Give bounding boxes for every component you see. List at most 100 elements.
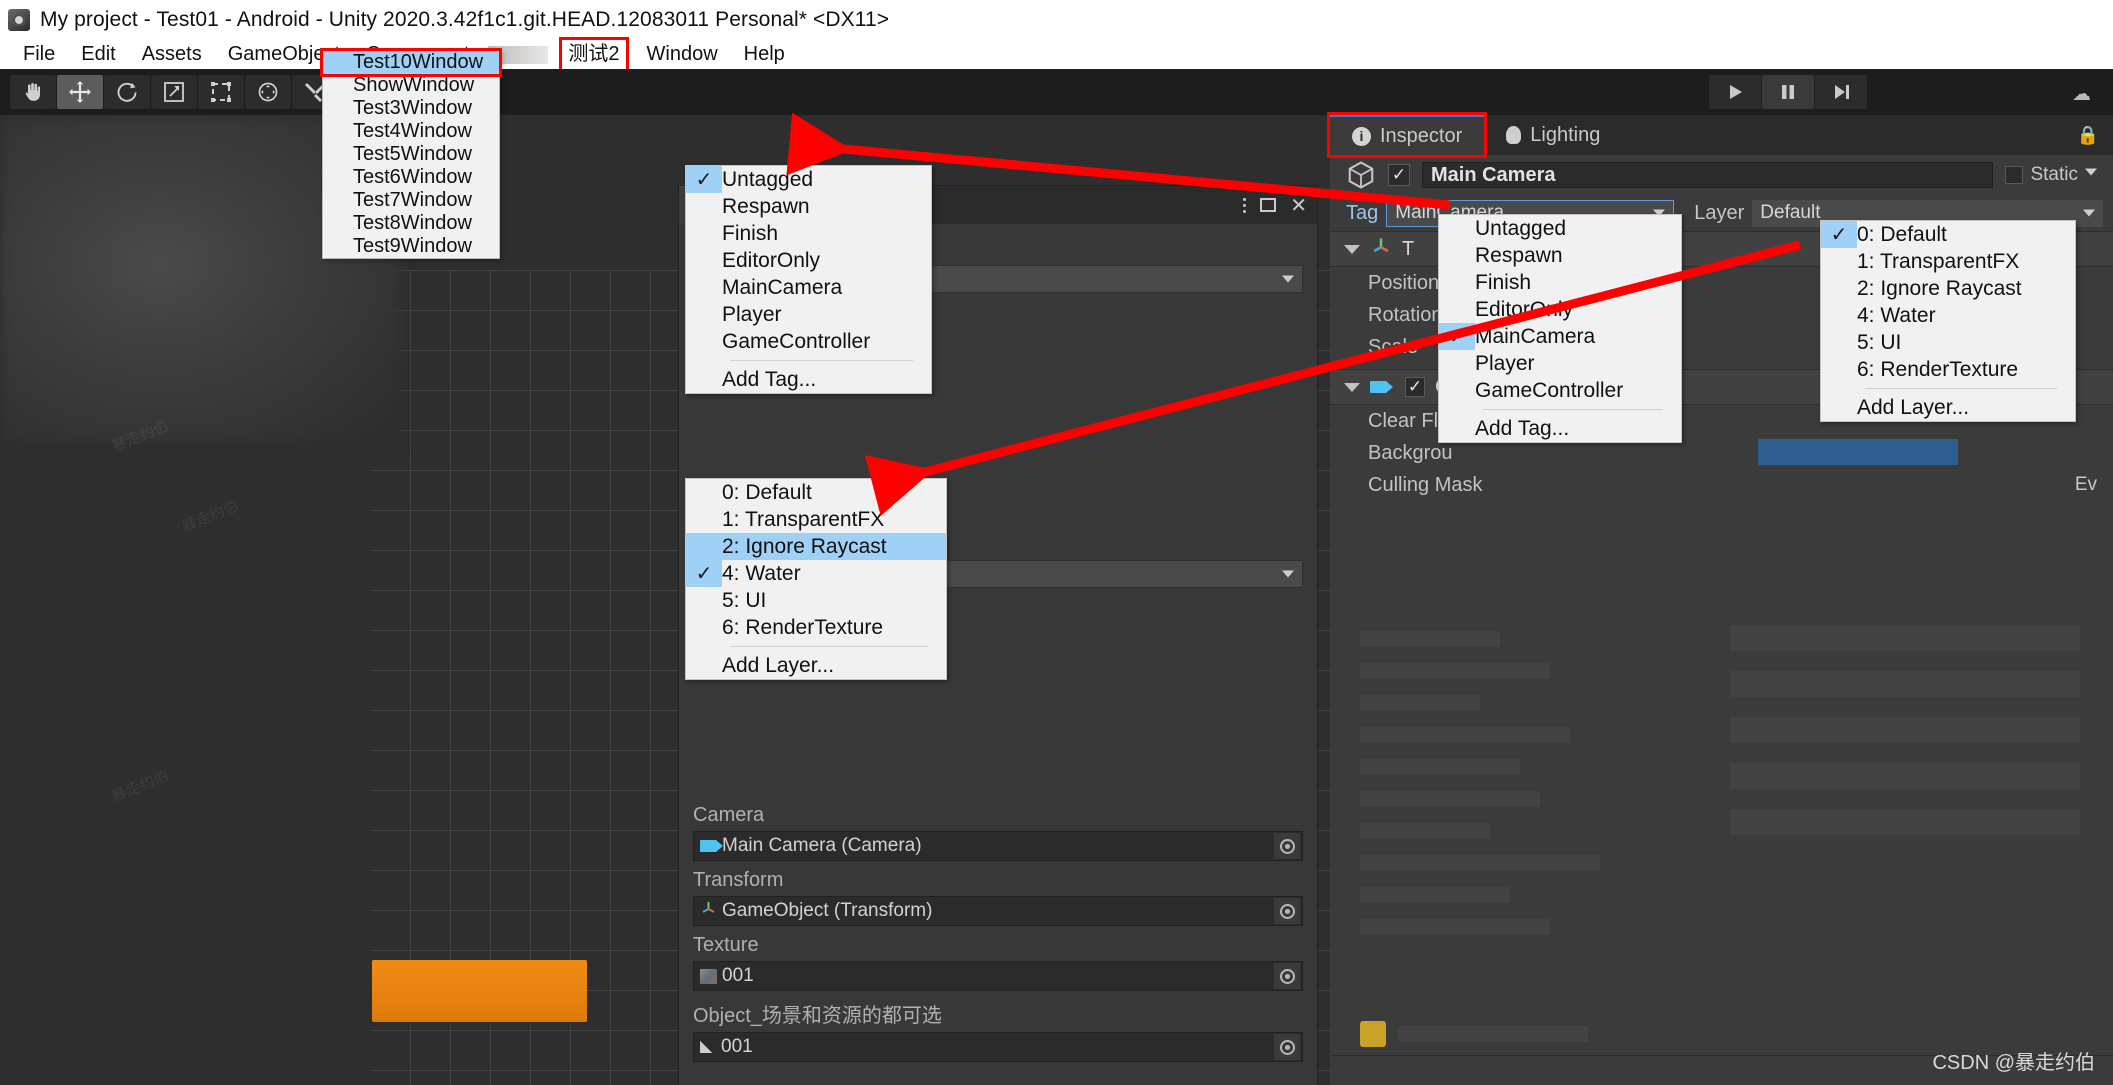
menu-item-test3window[interactable]: Test3Window [323, 97, 499, 120]
menu-test2[interactable]: 测试2 [559, 37, 629, 72]
blurred-row [1360, 887, 1510, 903]
scene-lower-strip [0, 445, 372, 1085]
inspector-tag-options-popup: Untagged Respawn Finish EditorOnly ✓ Mai… [1438, 214, 1682, 443]
tag-option-maincamera[interactable]: MainCamera [686, 274, 931, 301]
transform-axis-icon [1370, 236, 1392, 262]
lock-icon[interactable]: 🔒 [2077, 125, 2099, 146]
step-button[interactable] [1815, 75, 1867, 109]
insp-layer-option-1-transparentfx[interactable]: 1: TransparentFX [1821, 248, 2075, 275]
transform-tool-button[interactable] [245, 75, 291, 109]
blurred-row [1360, 823, 1490, 839]
layer-option-5-ui[interactable]: 5: UI [686, 587, 946, 614]
insp-tag-option-editoronly[interactable]: EditorOnly [1439, 296, 1681, 323]
tab-inspector[interactable]: i Inspector [1326, 112, 1488, 158]
foldout-icon[interactable] [1344, 244, 1360, 254]
tag-option-finish[interactable]: Finish [686, 220, 931, 247]
insp-layer-option-add-layer[interactable]: Add Layer... [1821, 394, 2075, 421]
insp-layer-option-4-water[interactable]: 4: Water [1821, 302, 2075, 329]
inspector-bottom-item [1360, 1021, 1588, 1047]
camera-object-picker[interactable] [1274, 833, 1300, 859]
camera-object-field[interactable]: Main Camera (Camera) [693, 831, 1303, 861]
close-icon[interactable]: ✕ [1290, 193, 1307, 218]
chevron-down-icon[interactable] [2085, 168, 2097, 175]
menu-item-test10window[interactable]: Test10Window [320, 48, 502, 77]
blurred-row [1730, 625, 2080, 651]
insp-tag-option-untagged[interactable]: Untagged [1439, 215, 1681, 242]
tag-option-editoronly[interactable]: EditorOnly [686, 247, 931, 274]
check-icon: ✓ [686, 560, 722, 587]
layer-option-0-default[interactable]: 0: Default [686, 479, 946, 506]
insp-tag-option-finish[interactable]: Finish [1439, 269, 1681, 296]
transform-field-value: GameObject (Transform) [722, 900, 933, 921]
insp-tag-option-respawn[interactable]: Respawn [1439, 242, 1681, 269]
menu-item-test7window[interactable]: Test7Window [323, 189, 499, 212]
static-toggle[interactable]: Static [2005, 164, 2097, 186]
scale-tool-button[interactable] [151, 75, 197, 109]
window-titlebar: My project - Test01 - Android - Unity 20… [0, 0, 2113, 40]
tag-option-untagged[interactable]: ✓ Untagged [686, 166, 931, 193]
check-icon: ✓ [686, 166, 722, 193]
menu-item-test8window[interactable]: Test8Window [323, 212, 499, 235]
camera-enabled-checkbox[interactable]: ✓ [1405, 377, 1425, 397]
menu-item-showwindow[interactable]: ShowWindow [323, 74, 499, 97]
layer-option-2-ignore-raycast[interactable]: 2: Ignore Raycast [686, 533, 946, 560]
gameobject-name-field[interactable]: Main Camera [1422, 162, 1994, 188]
menu-item-test6window[interactable]: Test6Window [323, 166, 499, 189]
camera-cullingmask-row[interactable]: Culling Mask Ev [1330, 469, 2113, 501]
menu-item-test4window[interactable]: Test4Window [323, 120, 499, 143]
gameobject-cube-icon [1346, 160, 1376, 190]
kebab-menu-icon[interactable] [1243, 197, 1247, 213]
layer-option-1-transparentfx[interactable]: 1: TransparentFX [686, 506, 946, 533]
maximize-icon[interactable] [1260, 198, 1277, 212]
insp-layer-option-6-rendertexture[interactable]: 6: RenderTexture [1821, 356, 2075, 383]
menu-file[interactable]: File [10, 40, 68, 69]
menu-item-test5window[interactable]: Test5Window [323, 143, 499, 166]
insp-tag-option-player[interactable]: Player [1439, 350, 1681, 377]
unity-editor-screenshot: My project - Test01 - Android - Unity 20… [0, 0, 2113, 1085]
tag-option-respawn[interactable]: Respawn [686, 193, 931, 220]
camera-field-value: Main Camera (Camera) [722, 835, 922, 856]
layer-option-add-layer[interactable]: Add Layer... [686, 652, 946, 679]
insp-tag-option-maincamera[interactable]: ✓ MainCamera [1439, 323, 1681, 350]
hand-tool-button[interactable] [10, 75, 56, 109]
transform-object-picker[interactable] [1274, 898, 1300, 924]
layer-option-4-water[interactable]: ✓ 4: Water [686, 560, 946, 587]
texture-object-field[interactable]: 001 [693, 961, 1303, 991]
test10-tag-options-popup: ✓ Untagged Respawn Finish EditorOnly Mai… [685, 165, 932, 394]
insp-tag-option-add-tag[interactable]: Add Tag... [1439, 415, 1681, 442]
move-tool-button[interactable] [57, 75, 103, 109]
check-icon: ✓ [1821, 221, 1857, 248]
menu-help[interactable]: Help [731, 40, 798, 69]
texture-object-picker[interactable] [1274, 963, 1300, 989]
tag-option-player[interactable]: Player [686, 301, 931, 328]
menu-item-test9window[interactable]: Test9Window [323, 235, 499, 258]
pause-button[interactable] [1762, 75, 1814, 109]
generic-object-field[interactable]: ◣ 001 [693, 1032, 1303, 1062]
gameobject-enabled-checkbox[interactable]: ✓ [1388, 164, 1410, 186]
camera-field-label: Camera [693, 804, 765, 826]
tab-lighting[interactable]: Lighting [1484, 115, 1622, 155]
rect-tool-button[interactable] [198, 75, 244, 109]
menu-window[interactable]: Window [634, 40, 731, 69]
layer-option-6-rendertexture[interactable]: 6: RenderTexture [686, 614, 946, 641]
blurred-row [1360, 695, 1480, 711]
texture-field-label: Texture [693, 934, 759, 956]
tag-option-gamecontroller[interactable]: GameController [686, 328, 931, 355]
cloud-icon[interactable]: ☁ [2072, 83, 2091, 106]
menu-assets[interactable]: Assets [129, 40, 215, 69]
menu-edit[interactable]: Edit [68, 40, 128, 69]
insp-tag-option-gamecontroller[interactable]: GameController [1439, 377, 1681, 404]
insp-layer-option-5-ui[interactable]: 5: UI [1821, 329, 2075, 356]
blurred-row [1730, 763, 2080, 789]
insp-layer-option-2-ignore-raycast[interactable]: 2: Ignore Raycast [1821, 275, 2075, 302]
foldout-icon[interactable] [1344, 382, 1360, 392]
rotate-tool-button[interactable] [104, 75, 150, 109]
play-button[interactable] [1709, 75, 1761, 109]
scene-orange-element[interactable] [372, 960, 587, 1022]
static-checkbox[interactable] [2005, 166, 2024, 184]
tag-option-add-tag[interactable]: Add Tag... [686, 366, 931, 393]
culling-mask-value: Ev [2074, 474, 2097, 495]
insp-layer-option-0-default[interactable]: ✓ 0: Default [1821, 221, 2075, 248]
generic-object-picker[interactable] [1274, 1034, 1300, 1060]
transform-object-field[interactable]: GameObject (Transform) [693, 896, 1303, 926]
